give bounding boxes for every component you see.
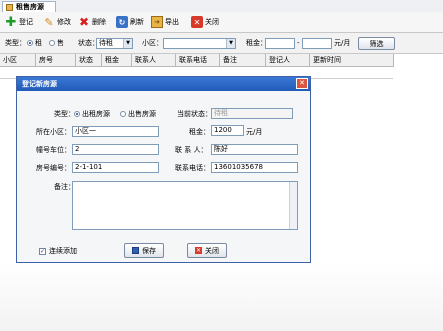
- phone-field-value: 13601035678: [214, 163, 263, 171]
- dialog-title-bar[interactable]: 登记新房源 ✕: [17, 77, 310, 91]
- sale-radio-label: 售: [57, 39, 64, 47]
- pencil-icon: ✎: [44, 15, 54, 29]
- column-header[interactable]: 联系电话: [176, 54, 220, 66]
- close-button[interactable]: ✕ 关闭: [191, 14, 219, 30]
- status-field: 待租: [211, 108, 293, 119]
- rent-listing-label: 出租房源: [82, 110, 110, 118]
- filter-button-label: 筛选: [369, 39, 384, 48]
- building-field-value: 2: [75, 145, 80, 153]
- column-header[interactable]: 登记人: [266, 54, 310, 66]
- dialog-status-label: 当前状态：: [177, 110, 212, 118]
- type-label: 类型：: [5, 39, 26, 47]
- refresh-button[interactable]: ↻ 刷新: [116, 14, 144, 30]
- community-field[interactable]: 小区一: [72, 126, 159, 137]
- rent-field-unit: 元/月: [246, 128, 263, 136]
- dialog-type-label: 类型：: [54, 110, 75, 118]
- background-area: [0, 263, 443, 331]
- delete-label: 删除: [92, 18, 106, 26]
- plus-icon: ✚: [5, 14, 17, 30]
- community-select[interactable]: ▼: [163, 38, 236, 49]
- contact-field[interactable]: 陈好: [211, 144, 298, 155]
- rent-radio-label: 租: [35, 39, 42, 47]
- rent-range-label: 租金：: [246, 39, 267, 47]
- column-header[interactable]: 租金: [102, 54, 132, 66]
- community-field-label: 所在小区：: [36, 128, 71, 136]
- house-icon: [6, 3, 13, 11]
- column-header[interactable]: 房号: [36, 54, 76, 66]
- remark-textarea[interactable]: [72, 181, 298, 230]
- rent-field[interactable]: 1200: [211, 125, 244, 136]
- chevron-down-icon: ▼: [226, 39, 235, 48]
- refresh-icon: ↻: [116, 16, 128, 28]
- edit-button[interactable]: ✎ 修改: [43, 14, 71, 30]
- remark-scrollbar[interactable]: [289, 182, 297, 229]
- contact-field-label: 联 系 人：: [175, 146, 208, 154]
- chevron-down-icon: ▼: [123, 39, 132, 48]
- phone-field[interactable]: 13601035678: [211, 162, 298, 173]
- range-dash: -: [297, 39, 300, 47]
- grid-header: 小区 房号 状态 租金 联系人 联系电话 备注 登记人 更新时间: [0, 54, 394, 67]
- close-x-icon: ✕: [195, 247, 202, 254]
- room-field-label: 房号编号：: [36, 164, 71, 172]
- rent-unit: 元/月: [334, 39, 351, 47]
- room-field[interactable]: 2-1-101: [72, 162, 159, 173]
- column-header[interactable]: 更新时间: [310, 54, 393, 66]
- new-listing-dialog: 登记新房源 ✕ 类型： 出租房源 出售房源 当前状态： 待租 所在小区： 小区一…: [16, 76, 311, 263]
- room-field-value: 2-1-101: [75, 163, 103, 171]
- refresh-label: 刷新: [130, 18, 144, 26]
- column-header[interactable]: 联系人: [132, 54, 176, 66]
- save-disk-icon: [132, 247, 139, 254]
- export-icon: ➔: [151, 16, 163, 28]
- status-select[interactable]: 待租 ▼: [96, 38, 133, 49]
- dialog-title: 登记新房源: [22, 80, 57, 88]
- tab-rental-listings[interactable]: 租售房源: [2, 1, 56, 12]
- rent-listing-radio[interactable]: [74, 111, 80, 117]
- add-label: 登记: [19, 18, 33, 26]
- rent-field-label: 租金：: [189, 128, 210, 136]
- column-header[interactable]: 状态: [76, 54, 102, 66]
- rent-radio[interactable]: [27, 40, 33, 46]
- save-button-label: 保存: [142, 246, 156, 255]
- building-field[interactable]: 2: [72, 144, 159, 155]
- column-header[interactable]: 备注: [220, 54, 266, 66]
- rent-field-value: 1200: [214, 126, 232, 134]
- continue-add-checkbox[interactable]: ✓: [39, 248, 46, 255]
- edit-label: 修改: [57, 18, 71, 26]
- filter-bar: 类型： 租 售 状态： 待租 ▼ 小区： ▼ 租金： - 元/月 筛选: [0, 33, 443, 54]
- toolbar: ✚ 登记 ✎ 修改 ✖ 删除 ↻ 刷新 ➔ 导出 ✕ 关闭: [0, 12, 443, 33]
- phone-field-label: 联系电话：: [175, 164, 210, 172]
- filter-button[interactable]: 筛选: [358, 37, 395, 50]
- column-header[interactable]: 小区: [0, 54, 36, 66]
- close-label: 关闭: [205, 18, 219, 26]
- delete-x-icon: ✖: [78, 15, 90, 29]
- contact-field-value: 陈好: [214, 145, 228, 153]
- continue-add-label: 连续添加: [49, 247, 77, 255]
- dialog-close-button-label: 关闭: [205, 246, 219, 255]
- community-label: 小区：: [142, 39, 163, 47]
- close-icon: ✕: [191, 16, 203, 28]
- rent-to-input[interactable]: [302, 38, 332, 49]
- rent-from-input[interactable]: [265, 38, 295, 49]
- sale-radio[interactable]: [49, 40, 55, 46]
- export-label: 导出: [165, 18, 179, 26]
- building-field-label: 幢号车位：: [36, 146, 71, 154]
- status-select-value: 待租: [99, 39, 113, 47]
- export-button[interactable]: ➔ 导出: [151, 14, 179, 30]
- dialog-close-button[interactable]: ✕ 关闭: [187, 243, 227, 258]
- tab-label: 租售房源: [16, 3, 44, 11]
- dialog-close-icon[interactable]: ✕: [296, 78, 308, 89]
- save-button[interactable]: 保存: [124, 243, 164, 258]
- delete-button[interactable]: ✖ 删除: [78, 14, 106, 30]
- status-field-value: 待租: [214, 109, 228, 117]
- sale-listing-radio[interactable]: [120, 111, 126, 117]
- sale-listing-label: 出售房源: [128, 110, 156, 118]
- add-button[interactable]: ✚ 登记: [5, 14, 33, 30]
- community-field-value: 小区一: [75, 127, 96, 135]
